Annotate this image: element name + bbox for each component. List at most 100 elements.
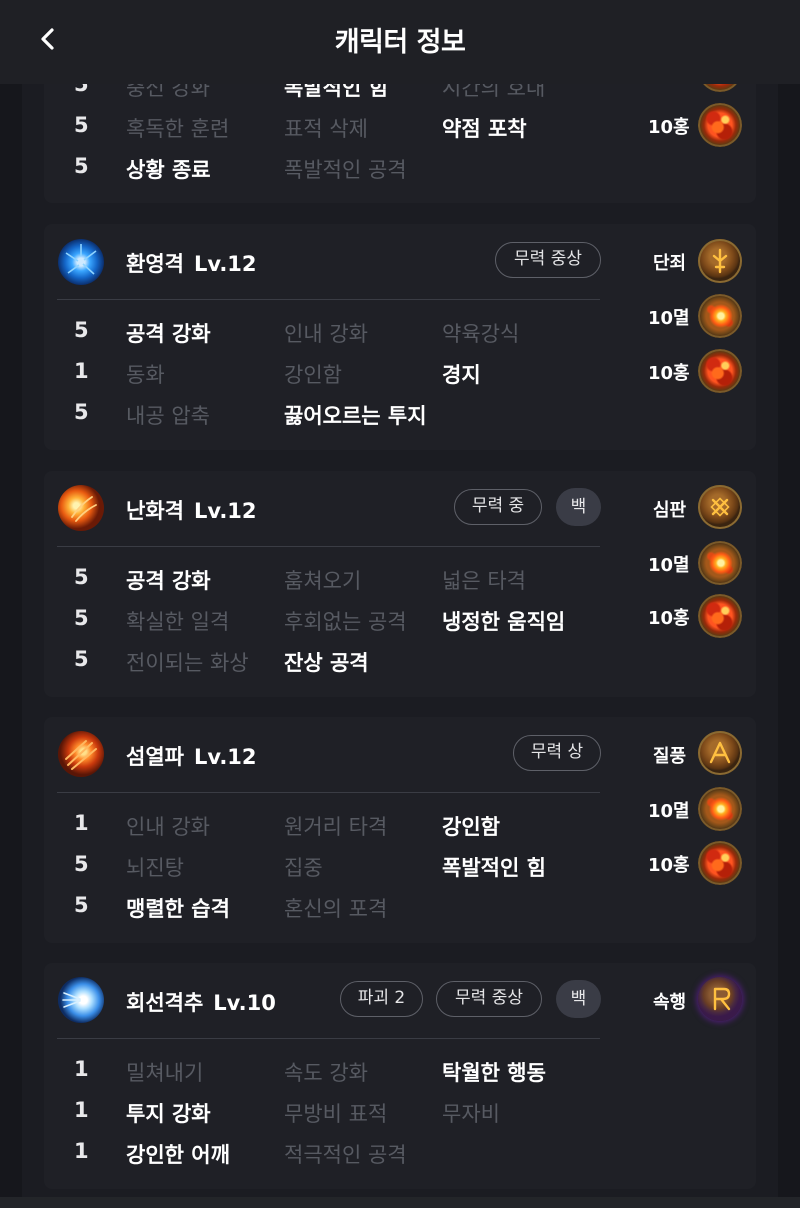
tripod-level: 1 [74, 811, 89, 835]
tripod-option: 강인함 [284, 363, 342, 387]
skill-card[interactable]: 섬열파 Lv.12 무력 상 1 인내 강화 원거리 타격 강인함 5 뇌진탕 집… [44, 717, 756, 943]
tag-badge-filled[interactable]: 백 [556, 980, 601, 1018]
tripod-row: 5 공격 강화 인내 강화 약육강식 [44, 318, 644, 352]
rune-icon [698, 977, 742, 1021]
tripod-level: 1 [74, 1057, 89, 1081]
rune-label: 속행 [653, 992, 687, 1013]
divider [57, 299, 600, 300]
tripod-row: 1 투지 강화 무방비 표적 무자비 [44, 1098, 644, 1132]
tripod-option: 적극적인 공격 [284, 1143, 407, 1167]
tripod-option: 냉정한 움직임 [442, 610, 566, 634]
skill-card[interactable]: 환영격 Lv.12 무력 중상 5 공격 강화 인내 강화 약육강식 1 동화 강… [44, 224, 756, 450]
tripod-option: 뇌진탕 [126, 856, 184, 880]
tripod-row: 5 전이되는 화상 잔상 공격 [44, 647, 644, 681]
tripod-level: 5 [74, 606, 89, 630]
tripod-row: 1 동화 강인함 경지 [44, 359, 644, 393]
gem-icon [698, 841, 742, 885]
skill-name: 섬열파 Lv.12 [126, 745, 257, 769]
tripod-row: 5 혹독한 훈련 표적 삭제 약점 포착 [44, 113, 644, 147]
tripod-option: 투지 강화 [126, 1102, 211, 1126]
tripod-option: 공격 강화 [126, 569, 211, 593]
divider [57, 792, 600, 793]
tripod-option: 집중 [284, 856, 323, 880]
gem-label: 10멸 [648, 308, 690, 329]
rune-icon [698, 731, 742, 775]
gem-icon [698, 349, 742, 393]
tripod-row: 5 맹렬한 습격 혼신의 포격 [44, 893, 644, 927]
whirl-strike-icon [58, 977, 104, 1023]
tag-badge-filled[interactable]: 백 [556, 488, 601, 526]
tripod-option: 폭발적인 공격 [284, 158, 407, 182]
app-header: 캐릭터 정보 [0, 0, 800, 84]
rune-icon [698, 239, 742, 283]
tripod-row: 5 내공 압축 끓어오르는 투지 [44, 400, 644, 434]
tripod-option: 속도 강화 [284, 1061, 368, 1085]
tripod-option: 동화 [126, 363, 165, 387]
gem-icon [698, 103, 742, 147]
tripod-option: 잔상 공격 [284, 651, 369, 675]
tripod-option: 무자비 [442, 1102, 500, 1126]
tripod-option: 혼신의 포격 [284, 897, 388, 921]
tag-badge[interactable]: 파괴 2 [340, 981, 423, 1017]
tripod-option: 표적 삭제 [284, 117, 368, 141]
flame-strike-icon [58, 485, 104, 531]
tripod-option: 맹렬한 습격 [126, 897, 230, 921]
rune-label: 심판 [653, 500, 687, 521]
tripod-option: 약육강식 [442, 322, 520, 346]
skill-name: 난화격 Lv.12 [126, 499, 257, 523]
tripod-option: 무방비 표적 [284, 1102, 388, 1126]
tripod-row: 1 밀쳐내기 속도 강화 탁월한 행동 [44, 1057, 644, 1091]
tripod-option: 탁월한 행동 [442, 1061, 546, 1085]
gem-label: 10멸 [648, 555, 690, 576]
tripod-option: 후회없는 공격 [284, 610, 407, 634]
tripod-option: 전이되는 화상 [126, 651, 249, 675]
rune-label: 질풍 [653, 746, 687, 767]
gem-icon [698, 787, 742, 831]
tripod-level: 1 [74, 359, 89, 383]
tag-badge[interactable]: 무력 중 [454, 489, 542, 525]
tripod-row: 5 공격 강화 훔쳐오기 넓은 타격 [44, 565, 644, 599]
tripod-level: 5 [74, 852, 89, 876]
tripod-level: 5 [74, 113, 89, 137]
gem-icon [698, 541, 742, 585]
gem-label: 10홍 [648, 117, 690, 138]
page-title: 캐릭터 정보 [334, 27, 466, 58]
tripod-row: 5 확실한 일격 후회없는 공격 냉정한 움직임 [44, 606, 644, 640]
tripod-option: 끓어오르는 투지 [284, 404, 427, 428]
tripod-option: 내공 압축 [126, 404, 210, 428]
gem-label: 10홍 [648, 608, 690, 629]
tripod-row: 5 뇌진탕 집중 폭발적인 힘 [44, 852, 644, 886]
skill-card[interactable]: 회선격추 Lv.10 파괴 2 무력 중상 백 1 밀쳐내기 속도 강화 탁월한 … [44, 963, 756, 1189]
tripod-row: 1 인내 강화 원거리 타격 강인함 [44, 811, 644, 845]
gem-label: 10멸 [648, 801, 690, 822]
tripod-option: 공격 강화 [126, 322, 211, 346]
tag-badge[interactable]: 무력 중상 [436, 981, 542, 1017]
tripod-level: 5 [74, 647, 89, 671]
tripod-option: 강인한 어깨 [126, 1143, 230, 1167]
tripod-level: 5 [74, 400, 89, 424]
tripod-row: 1 강인한 어깨 적극적인 공격 [44, 1139, 644, 1173]
tripod-level: 5 [74, 318, 89, 342]
tripod-option: 밀쳐내기 [126, 1061, 204, 1085]
tripod-option: 경지 [442, 363, 481, 387]
tag-badge[interactable]: 무력 중상 [495, 242, 601, 278]
bottom-bar [0, 1197, 800, 1208]
tripod-option: 원거리 타격 [284, 815, 388, 839]
tripod-option: 강인함 [442, 815, 500, 839]
tripod-level: 5 [74, 154, 89, 178]
gem-label: 10홍 [648, 363, 690, 384]
gem-icon [698, 594, 742, 638]
tripod-option: 상황 종료 [126, 158, 211, 182]
tripod-option: 인내 강화 [126, 815, 210, 839]
tripod-option: 폭발적인 힘 [442, 856, 546, 880]
tripod-option: 훔쳐오기 [284, 569, 362, 593]
tripod-option: 넓은 타격 [442, 569, 526, 593]
skill-card[interactable]: 난화격 Lv.12 무력 중 백 5 공격 강화 훔쳐오기 넓은 타격 5 확실한… [44, 471, 756, 697]
tripod-level: 1 [74, 1098, 89, 1122]
tag-badge[interactable]: 무력 상 [513, 735, 601, 771]
tripod-option: 인내 강화 [284, 322, 368, 346]
tripod-level: 5 [74, 893, 89, 917]
skill-name: 환영격 Lv.12 [126, 252, 257, 276]
tripod-option: 혹독한 훈련 [126, 117, 230, 141]
fire-wave-icon [58, 731, 104, 777]
